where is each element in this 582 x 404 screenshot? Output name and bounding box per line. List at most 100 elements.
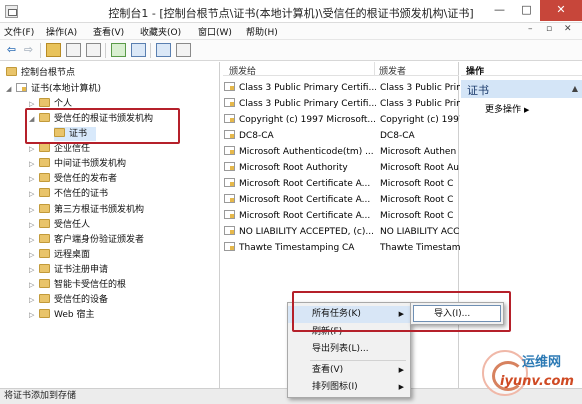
- folder-icon: [39, 219, 50, 228]
- title-bar: 控制台1 - [控制台根节点\证书(本地计算机)\受信任的根证书颁发机构\证书]…: [0, 0, 582, 23]
- tree-item-smart-card-root[interactable]: ▷ 智能卡受信任的根: [29, 278, 126, 292]
- folder-icon: [39, 158, 50, 167]
- tree-root[interactable]: 控制台根节点: [6, 66, 75, 80]
- tree-item-client-auth-issuers[interactable]: ▷ 客户端身份验证颁发者: [29, 233, 144, 247]
- tree-item-untrusted[interactable]: ▷ 不信任的证书: [29, 187, 108, 201]
- list-header: 颁发给 颁发者: [223, 62, 459, 77]
- list-item[interactable]: Thawte Timestamping CA Thawte Timestamp: [223, 240, 460, 256]
- certificate-icon: [16, 83, 27, 92]
- certificate-icon: [224, 114, 235, 123]
- collapsed-arrow-icon[interactable]: ▷: [29, 203, 34, 217]
- back-arrow-icon[interactable]: ⇦: [4, 43, 19, 57]
- export-list-icon[interactable]: [131, 43, 146, 57]
- folder-icon: [39, 309, 50, 318]
- forward-arrow-icon[interactable]: ⇨: [21, 43, 36, 57]
- more-actions-link[interactable]: 更多操作 ▶: [485, 102, 529, 115]
- action-pane: 操作 证书 ▲ 更多操作 ▶: [461, 62, 582, 388]
- collapsed-arrow-icon[interactable]: ▷: [29, 142, 34, 156]
- tree-item-enrollment-requests[interactable]: ▷ 证书注册申请: [29, 263, 108, 277]
- menu-favorites[interactable]: 收藏夹(O): [140, 25, 181, 38]
- show-hide-tree-icon[interactable]: [66, 43, 81, 57]
- collapsed-arrow-icon[interactable]: ▷: [29, 157, 34, 171]
- submenu-arrow-icon: ▶: [398, 383, 404, 391]
- mdi-restore-button[interactable]: ▫: [546, 24, 552, 34]
- collapsed-arrow-icon[interactable]: ▷: [29, 308, 34, 322]
- list-item[interactable]: Copyright (c) 1997 Microsoft... Copyrigh…: [223, 112, 460, 128]
- column-issued-to[interactable]: 颁发给: [229, 64, 256, 77]
- tree-item-trusted-publishers[interactable]: ▷ 受信任的发布者: [29, 172, 117, 186]
- close-button[interactable]: ✕: [540, 0, 582, 21]
- folder-icon: [6, 67, 17, 76]
- minimize-button[interactable]: —: [486, 0, 513, 21]
- highlight-box-tree: [25, 108, 180, 144]
- tree-item-enterprise-trust[interactable]: ▷ 企业信任: [29, 142, 90, 156]
- show-action-pane-icon[interactable]: [176, 43, 191, 57]
- mdi-minimize-button[interactable]: –: [528, 24, 533, 34]
- folder-icon: [39, 98, 50, 107]
- list-item[interactable]: NO LIABILITY ACCEPTED, (c)... NO LIABILI…: [223, 224, 459, 240]
- tree-item-third-party-root[interactable]: ▷ 第三方根证书颁发机构: [29, 203, 144, 217]
- collapsed-arrow-icon[interactable]: ▷: [29, 248, 34, 262]
- collapsed-arrow-icon[interactable]: ▷: [29, 233, 34, 247]
- certificate-icon: [224, 162, 235, 171]
- list-item[interactable]: DC8-CA DC8-CA: [223, 128, 459, 144]
- certificate-icon: [224, 242, 235, 251]
- list-item[interactable]: Microsoft Root Certificate A... Microsof…: [223, 208, 459, 224]
- copy-icon[interactable]: [86, 43, 101, 57]
- toolbar: ⇦ ⇨: [0, 40, 582, 61]
- collapsed-arrow-icon[interactable]: ▷: [29, 278, 34, 292]
- mdi-close-button[interactable]: ✕: [564, 24, 572, 34]
- menu-action[interactable]: 操作(A): [46, 25, 77, 38]
- certificate-icon: [224, 82, 235, 91]
- menu-help[interactable]: 帮助(H): [246, 25, 278, 38]
- submenu-arrow-icon: ▶: [398, 366, 404, 374]
- list-item[interactable]: Microsoft Root Certificate A... Microsof…: [223, 176, 459, 192]
- submenu-arrow-icon: ▶: [524, 106, 530, 114]
- collapsed-arrow-icon[interactable]: ▷: [29, 172, 34, 186]
- tree-item-trusted-devices[interactable]: ▷ 受信任的设备: [29, 293, 108, 307]
- up-folder-icon[interactable]: [46, 43, 61, 57]
- menu-file[interactable]: 文件(F): [4, 25, 34, 38]
- tree-item-certificates-local[interactable]: ◢ 证书(本地计算机): [6, 82, 101, 96]
- watermark-text: 运维网: [522, 355, 562, 370]
- list-item[interactable]: Microsoft Root Authority Microsoft Root …: [223, 160, 459, 176]
- menu-item-view[interactable]: 查看(V) ▶: [288, 362, 410, 379]
- folder-icon: [39, 143, 50, 152]
- tree-item-intermediate-ca[interactable]: ▷ 中间证书颁发机构: [29, 157, 126, 171]
- collapsed-arrow-icon[interactable]: ▷: [29, 218, 34, 232]
- action-section-certificates[interactable]: 证书 ▲: [461, 80, 582, 98]
- highlight-box-menu: [292, 291, 511, 332]
- watermark-url: iyunv.com: [500, 374, 574, 389]
- certificate-icon: [224, 146, 235, 155]
- refresh-icon[interactable]: [111, 43, 126, 57]
- collapse-up-icon[interactable]: ▲: [572, 84, 578, 93]
- certificate-icon: [224, 98, 235, 107]
- folder-icon: [39, 264, 50, 273]
- folder-icon: [39, 188, 50, 197]
- menu-window[interactable]: 窗口(W): [198, 25, 232, 38]
- collapsed-arrow-icon[interactable]: ▷: [29, 293, 34, 307]
- expanded-arrow-icon[interactable]: ◢: [6, 82, 11, 96]
- folder-icon: [39, 234, 50, 243]
- maximize-button[interactable]: □: [513, 0, 540, 21]
- collapsed-arrow-icon[interactable]: ▷: [29, 263, 34, 277]
- tree-item-trusted-people[interactable]: ▷ 受信任人: [29, 218, 90, 232]
- list-item[interactable]: Microsoft Authenticode(tm) ... Microsoft…: [223, 144, 459, 160]
- column-issued-by[interactable]: 颁发者: [379, 64, 406, 77]
- folder-icon: [39, 279, 50, 288]
- collapsed-arrow-icon[interactable]: ▷: [29, 187, 34, 201]
- menu-bar: 文件(F) 操作(A) 查看(V) 收藏夹(O) 窗口(W) 帮助(H) – ▫…: [0, 23, 582, 40]
- certificate-icon: [224, 130, 235, 139]
- tree-item-web-hosting[interactable]: ▷ Web 宿主: [29, 308, 94, 322]
- folder-icon: [39, 294, 50, 303]
- tree-item-remote-desktop[interactable]: ▷ 远程桌面: [29, 248, 90, 262]
- menu-item-export-list[interactable]: 导出列表(L)...: [288, 341, 410, 358]
- help-icon[interactable]: [156, 43, 171, 57]
- list-item[interactable]: Class 3 Public Primary Certifi... Class …: [223, 80, 460, 96]
- menu-item-arrange-icons[interactable]: 排列图标(I) ▶: [288, 379, 410, 396]
- certificate-icon: [224, 178, 235, 187]
- list-item[interactable]: Microsoft Root Certificate A... Microsof…: [223, 192, 459, 208]
- menu-view[interactable]: 查看(V): [93, 25, 124, 38]
- list-item[interactable]: Class 3 Public Primary Certifi... Class …: [223, 96, 460, 112]
- action-pane-header: 操作: [461, 62, 582, 77]
